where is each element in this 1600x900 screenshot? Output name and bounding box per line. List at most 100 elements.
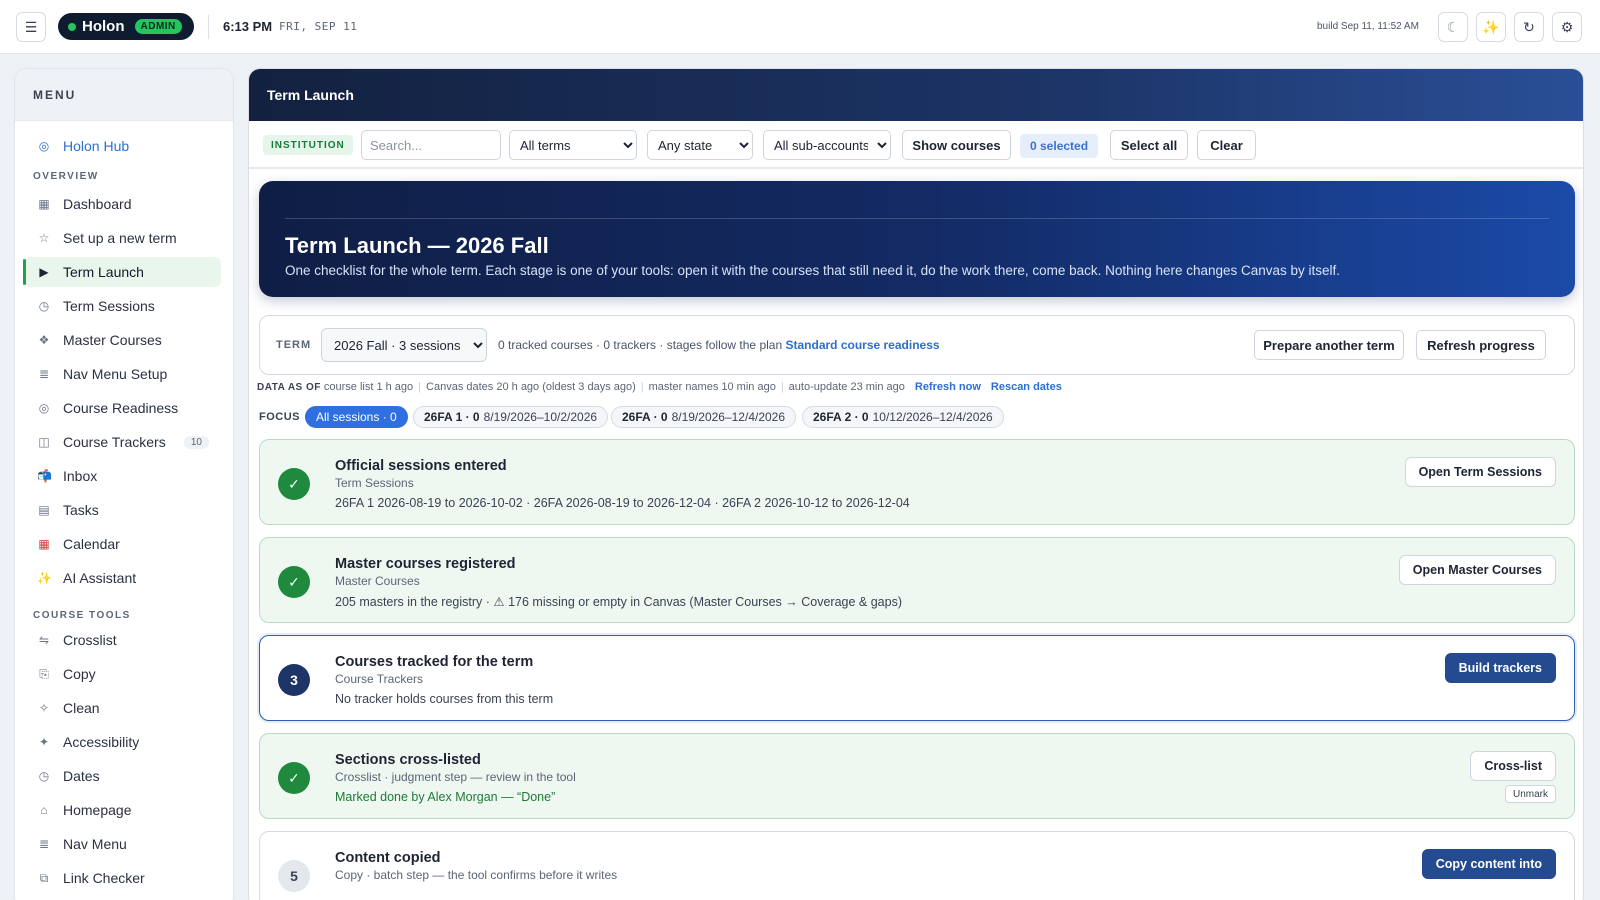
stage-card-trackers: 3 Courses tracked for the term Course Tr… xyxy=(259,635,1575,721)
focus-pill-session[interactable]: 26FA 2 · 0 10/12/2026–12/4/2026 xyxy=(802,406,1004,428)
sidebar-item-term-sessions[interactable]: ◷ Term Sessions xyxy=(25,291,221,321)
sidebar-item-label: Calendar xyxy=(63,536,120,552)
stage-title: Official sessions entered xyxy=(335,458,507,474)
admin-badge: ADMIN xyxy=(134,19,182,34)
main-panel: Term Launch INSTITUTION All terms Any st… xyxy=(248,68,1584,900)
open-master-courses-button[interactable]: Open Master Courses xyxy=(1398,555,1556,585)
brand-pill[interactable]: Holon ADMIN xyxy=(58,13,194,40)
cross-list-button[interactable]: Cross-list xyxy=(1470,751,1556,781)
list-icon: ≣ xyxy=(38,367,50,381)
section-course-tools: COURSE TOOLS xyxy=(33,610,131,621)
moon-icon: ☾ xyxy=(1446,18,1460,35)
sidebar-title: MENU xyxy=(15,69,233,121)
stage-tool: Master Courses xyxy=(335,574,420,588)
sidebar-item-link-checker[interactable]: ⧉ Link Checker xyxy=(25,863,221,893)
sidebar-item-label: Term Launch xyxy=(63,264,144,280)
status-dot-icon xyxy=(68,22,76,31)
build-trackers-button[interactable]: Build trackers xyxy=(1444,653,1556,683)
sparkle-icon: ✧ xyxy=(38,701,50,715)
sidebar-item-crosslist[interactable]: ⇋ Crosslist xyxy=(25,625,221,655)
sidebar-item-label: Dashboard xyxy=(63,196,132,212)
sidebar-item-label: Master Courses xyxy=(63,332,162,348)
clock-icon: ◷ xyxy=(38,299,50,313)
reload-button[interactable]: ↻ xyxy=(1514,12,1544,42)
stage-card-copy: 5 Content copied Copy · batch step — the… xyxy=(259,831,1575,900)
settings-button[interactable]: ⚙ xyxy=(1552,12,1582,42)
sidebar-item-label: Set up a new term xyxy=(63,230,177,246)
clear-button[interactable]: Clear xyxy=(1197,130,1256,160)
sidebar-item-label: Tasks xyxy=(63,502,99,518)
sidebar-item-course-readiness[interactable]: ◎ Course Readiness xyxy=(25,393,221,423)
sidebar-item-calendar[interactable]: ▦ Calendar xyxy=(25,529,221,559)
prepare-term-button[interactable]: Prepare another term xyxy=(1254,330,1404,360)
sidebar: MENU ◎ Holon Hub OVERVIEW ▦ Dashboard ☆ Set… xyxy=(14,68,234,900)
sidebar-item-holon-hub[interactable]: ◎ Holon Hub xyxy=(25,131,221,161)
open-term-sessions-button[interactable]: Open Term Sessions xyxy=(1404,457,1556,487)
sidebar-item-label: Dates xyxy=(63,768,100,784)
stage-title: Sections cross-listed xyxy=(335,752,481,768)
stage-detail: 205 masters in the registry · ⚠ 176 miss… xyxy=(335,595,902,609)
ai-button[interactable]: ✨ xyxy=(1476,12,1506,42)
check-icon: ✓ xyxy=(278,566,310,598)
stage-detail: 26FA 1 2026-08-19 to 2026-10-02 · 26FA 2… xyxy=(335,496,910,510)
stage-detail: No tracker holds courses from this term xyxy=(335,692,554,706)
refresh-now-link[interactable]: Refresh now xyxy=(915,381,981,393)
term-label: TERM xyxy=(276,339,312,351)
term-select[interactable]: 2026 Fall · 3 sessions xyxy=(321,328,487,362)
session-name: 26FA 2 · 0 xyxy=(813,410,869,424)
sidebar-item-nav-menu[interactable]: ≣ Nav Menu xyxy=(25,829,221,859)
stage-card-crosslist: ✓ Sections cross-listed Crosslist · judg… xyxy=(259,733,1575,819)
institution-chip[interactable]: INSTITUTION xyxy=(263,135,353,155)
session-range: 8/19/2026–12/4/2026 xyxy=(671,410,786,424)
plan-link[interactable]: Standard course readiness xyxy=(785,338,939,352)
sidebar-item-inbox[interactable]: 📬 Inbox xyxy=(25,461,221,491)
focus-pill-session[interactable]: 26FA · 0 8/19/2026–12/4/2026 xyxy=(611,406,797,428)
terms-select[interactable]: All terms xyxy=(509,130,637,160)
page-title: Term Launch xyxy=(249,69,1583,121)
show-courses-button[interactable]: Show courses xyxy=(902,130,1011,160)
focus-label: FOCUS xyxy=(259,411,300,423)
subaccounts-select[interactable]: All sub-accounts xyxy=(763,130,891,160)
sidebar-item-nav-menu-setup[interactable]: ≣ Nav Menu Setup xyxy=(25,359,221,389)
sidebar-item-term-launch[interactable]: ▶ Term Launch xyxy=(23,257,221,287)
unmark-button[interactable]: Unmark xyxy=(1504,785,1556,803)
state-select[interactable]: Any state xyxy=(647,130,753,160)
sidebar-item-copy[interactable]: ⎘ Copy xyxy=(25,659,221,689)
calendar-icon: ▦ xyxy=(38,537,50,551)
mailbox-icon: 📬 xyxy=(37,469,52,483)
refresh-progress-button[interactable]: Refresh progress xyxy=(1416,330,1546,360)
hero-title: Term Launch — 2026 Fall xyxy=(285,233,549,258)
count-badge: 10 xyxy=(183,435,209,449)
sidebar-item-master-courses[interactable]: ❖ Master Courses xyxy=(25,325,221,355)
sidebar-item-course-trackers[interactable]: ◫ Course Trackers 10 xyxy=(25,427,221,457)
sidebar-item-tasks[interactable]: ▤ Tasks xyxy=(25,495,221,525)
copy-content-button[interactable]: Copy content into xyxy=(1421,849,1556,879)
rescan-dates-link[interactable]: Rescan dates xyxy=(991,381,1062,393)
sidebar-item-dates[interactable]: ◷ Dates xyxy=(25,761,221,791)
selected-count: 0 selected xyxy=(1020,134,1099,158)
sidebar-item-homepage[interactable]: ⌂ Homepage xyxy=(25,795,221,825)
sidebar-item-clean[interactable]: ✧ Clean xyxy=(25,693,221,723)
sidebar-item-label: Homepage xyxy=(63,802,132,818)
section-overview: OVERVIEW xyxy=(33,171,99,182)
focus-pill-all[interactable]: All sessions · 0 xyxy=(305,406,408,428)
sidebar-item-label: Course Readiness xyxy=(63,400,179,416)
stage-card-masters: ✓ Master courses registered Master Cours… xyxy=(259,537,1575,623)
play-icon: ▶ xyxy=(39,265,49,279)
search-input[interactable] xyxy=(361,130,501,160)
sidebar-item-set-up-term[interactable]: ☆ Set up a new term xyxy=(25,223,221,253)
hero-subtitle: One checklist for the whole term. Each s… xyxy=(285,263,1341,278)
separator: | xyxy=(418,381,422,393)
sidebar-item-ai-assistant[interactable]: ✨ AI Assistant xyxy=(25,563,221,593)
select-all-button[interactable]: Select all xyxy=(1110,130,1188,160)
dark-mode-button[interactable]: ☾ xyxy=(1438,12,1468,42)
arrows-icon: ⇋ xyxy=(38,633,50,647)
sidebar-item-dashboard[interactable]: ▦ Dashboard xyxy=(25,189,221,219)
term-card: TERM 2026 Fall · 3 sessions 0 tracked co… xyxy=(259,315,1575,375)
stage-title: Content copied xyxy=(335,850,441,866)
hamburger-menu-button[interactable]: ☰ xyxy=(16,12,46,42)
sidebar-item-label: AI Assistant xyxy=(63,570,137,586)
focus-pill-session[interactable]: 26FA 1 · 0 8/19/2026–10/2/2026 xyxy=(413,406,609,428)
sidebar-item-accessibility[interactable]: ✦ Accessibility xyxy=(25,727,221,757)
diamond-icon: ❖ xyxy=(38,333,50,347)
